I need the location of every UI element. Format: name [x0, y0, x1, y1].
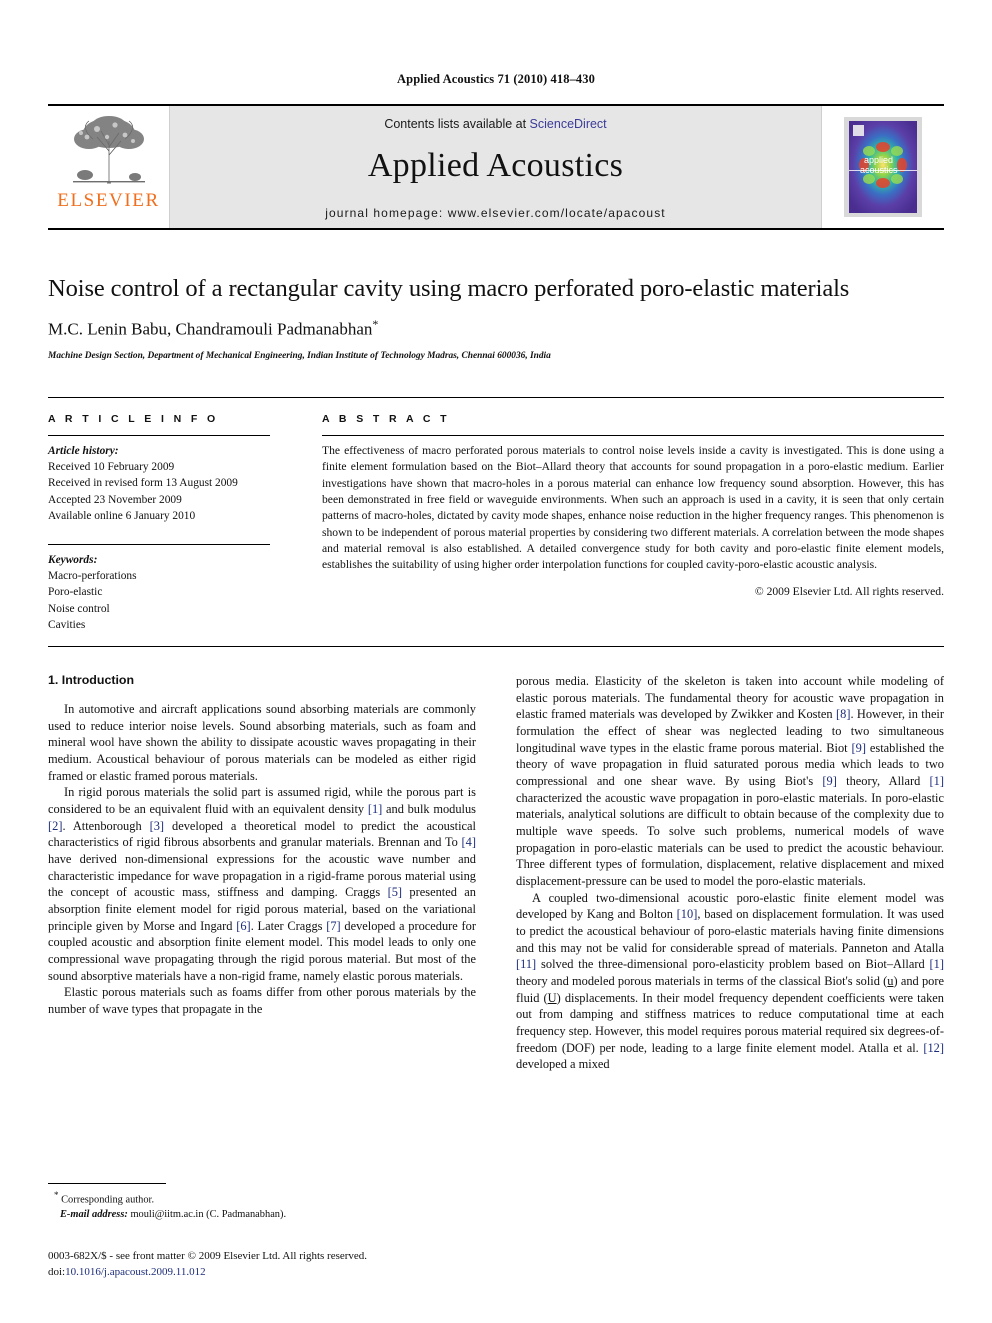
author-names: M.C. Lenin Babu, Chandramouli Padmanabha… — [48, 320, 373, 340]
journal-masthead: ELSEVIER Contents lists available at Sci… — [48, 104, 944, 228]
citation-ref[interactable]: [11] — [516, 957, 536, 971]
email-link[interactable]: mouli@iitm.ac.in — [130, 1209, 203, 1220]
history-item: Accepted 23 November 2009 — [48, 493, 182, 506]
corresponding-author-text: Corresponding author. — [61, 1194, 155, 1206]
abstract-column: A B S T R A C T The effectiveness of mac… — [296, 413, 944, 633]
masthead-center: Contents lists available at ScienceDirec… — [170, 106, 821, 228]
paragraph: In rigid porous materials the solid part… — [48, 785, 477, 983]
keywords-block: Keywords: Macro-perforations Poro-elasti… — [48, 543, 270, 633]
corresponding-author-note: * Corresponding author. E-mail address: … — [48, 1189, 476, 1223]
abstract-rule — [322, 435, 944, 437]
keywords-list: Keywords: Macro-perforations Poro-elasti… — [48, 552, 270, 633]
issn-copyright-line: 0003-682X/$ - see front matter © 2009 El… — [48, 1250, 368, 1262]
email-address-label: E-mail address: — [60, 1209, 128, 1221]
paper-page: Applied Acoustics 71 (2010) 418–430 ELSE… — [0, 0, 992, 1323]
citation-ref[interactable]: [2] — [48, 819, 62, 833]
citation-ref[interactable]: [7] — [326, 919, 340, 933]
cover-title-line1: applied — [864, 155, 893, 165]
journal-cover-thumbnail: applied acoustics — [821, 106, 944, 228]
keyword-item: Noise control — [48, 602, 110, 615]
title-block: Noise control of a rectangular cavity us… — [48, 274, 944, 361]
article-info-heading: A R T I C L E I N F O — [48, 413, 219, 426]
article-info-column: A R T I C L E I N F O Article history: R… — [48, 413, 296, 633]
body-columns: 1. Introduction In automotive and aircra… — [48, 673, 944, 1073]
footnote-rule — [48, 1183, 166, 1184]
abstract-copyright: © 2009 Elsevier Ltd. All rights reserved… — [754, 584, 944, 598]
citation-ref[interactable]: [9] — [852, 741, 866, 755]
paragraph: In automotive and aircraft applications … — [48, 701, 476, 783]
citation-ref[interactable]: [1] — [368, 802, 382, 816]
article-history: Article history: Received 10 February 20… — [48, 443, 270, 524]
doi-label: doi: — [48, 1265, 66, 1278]
history-item: Received in revised form 13 August 2009 — [48, 477, 238, 490]
abstract-text: The effectiveness of macro perforated po… — [322, 444, 944, 572]
article-history-label: Article history: — [48, 445, 119, 458]
contents-prefix-text: Contents lists available at — [384, 117, 530, 131]
paragraph: Elastic porous materials such as foams d… — [48, 985, 476, 1017]
citation-ref[interactable]: [6] — [236, 919, 250, 933]
keyword-item: Cavities — [48, 618, 86, 631]
corresponding-author-marker: * — [372, 317, 379, 332]
citation-ref[interactable]: [9] — [822, 774, 836, 788]
email-owner: (C. Padmanabhan). — [206, 1209, 287, 1221]
footnote-marker: * — [54, 1190, 59, 1200]
history-item: Available online 6 January 2010 — [48, 509, 196, 522]
keyword-item: Poro-elastic — [48, 586, 103, 599]
info-abstract-region: A R T I C L E I N F O Article history: R… — [48, 397, 944, 647]
affiliation: Machine Design Section, Department of Me… — [48, 351, 551, 362]
vector-symbol: U — [547, 990, 557, 1005]
sciencedirect-link[interactable]: ScienceDirect — [530, 117, 607, 131]
section-heading-introduction: 1. Introduction — [48, 672, 135, 687]
body-column-right: porous media. Elasticity of the skeleton… — [516, 673, 944, 1073]
cover-title-line2: acoustics — [860, 165, 898, 175]
journal-homepage-line[interactable]: journal homepage: www.elsevier.com/locat… — [325, 206, 666, 220]
history-item: Received 10 February 2009 — [48, 461, 175, 474]
vector-symbol: u — [887, 974, 894, 989]
abstract-heading: A B S T R A C T — [322, 413, 450, 426]
journal-title: Applied Acoustics — [367, 147, 624, 184]
citation-ref[interactable]: [8] — [836, 707, 850, 721]
cover-image-icon: applied acoustics — [844, 117, 922, 217]
citation-ref[interactable]: [1] — [930, 774, 944, 788]
article-info-rule — [48, 435, 270, 437]
elsevier-wordmark: ELSEVIER — [57, 190, 160, 211]
footnote-region: * Corresponding author. E-mail address: … — [48, 1183, 476, 1223]
doi-line: doi:10.1016/j.apacoust.2009.11.012 — [48, 1265, 508, 1281]
contents-available-line: Contents lists available at ScienceDirec… — [384, 117, 606, 131]
citation-ref[interactable]: [1] — [930, 957, 944, 971]
citation-ref[interactable]: [10] — [677, 907, 698, 921]
citation-ref[interactable]: [3] — [150, 819, 164, 833]
masthead-bottom-rule — [48, 228, 944, 230]
elsevier-logo: ELSEVIER — [48, 106, 170, 228]
elsevier-tree-icon — [62, 111, 155, 189]
running-head: Applied Acoustics 71 (2010) 418–430 — [397, 72, 595, 86]
author-list: M.C. Lenin Babu, Chandramouli Padmanabha… — [48, 317, 944, 340]
citation-ref[interactable]: [4] — [462, 835, 476, 849]
citation-ref[interactable]: [12] — [923, 1041, 944, 1055]
keyword-item: Macro-perforations — [48, 570, 137, 583]
paragraph: porous media. Elasticity of the skeleton… — [516, 673, 945, 888]
body-column-left: 1. Introduction In automotive and aircra… — [48, 673, 476, 1073]
keywords-rule — [48, 543, 270, 545]
citation-ref[interactable]: [5] — [388, 885, 402, 899]
keywords-label: Keywords: — [48, 553, 98, 566]
page-footer: 0003-682X/$ - see front matter © 2009 El… — [48, 1249, 508, 1281]
page-title: Noise control of a rectangular cavity us… — [48, 275, 850, 302]
doi-link[interactable]: 10.1016/j.apacoust.2009.11.012 — [65, 1266, 205, 1278]
paragraph: A coupled two-dimensional acoustic poro-… — [516, 890, 944, 1072]
